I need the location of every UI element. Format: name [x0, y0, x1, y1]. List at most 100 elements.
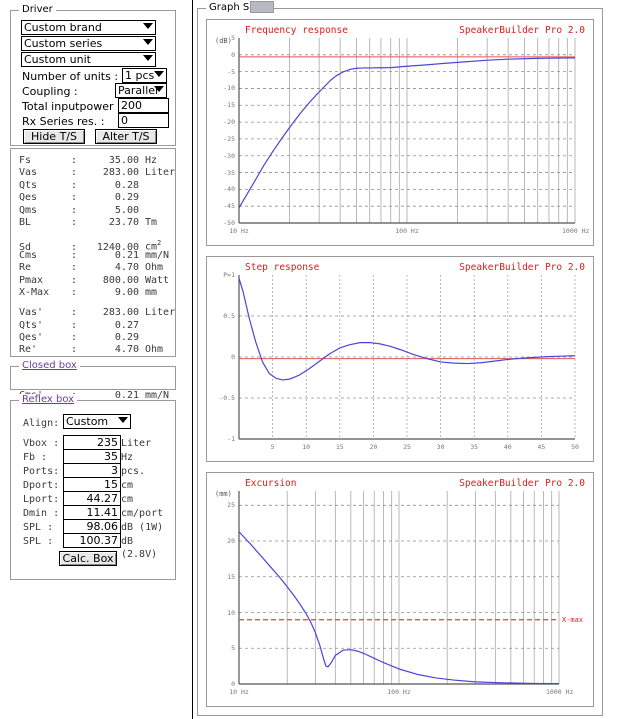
ts-colon: : — [71, 286, 78, 298]
ts-name: Qts' — [19, 319, 44, 331]
ts-name: Cms — [19, 249, 38, 261]
reflex-row-input[interactable] — [63, 449, 121, 464]
ts-name: Re' — [19, 344, 38, 356]
reflex-row-input[interactable] — [63, 491, 121, 506]
unit-select[interactable]: Custom unit — [21, 52, 156, 67]
brand-select[interactable]: Custom brand — [21, 20, 156, 35]
chart-step-response: Step response SpeakerBuilder Pro 2.0 P=1… — [206, 256, 594, 462]
y-tick-label: -35 — [223, 168, 235, 177]
x-tick-label: 40 — [503, 443, 512, 451]
ts-name: X-Max — [19, 286, 50, 298]
reflex-row-unit: cm/port — [121, 508, 164, 519]
ts-value: 283.00 — [102, 307, 139, 319]
units-select[interactable]: 1 pcs — [122, 68, 167, 83]
x-tick-label: 25 — [403, 443, 411, 451]
reflex-row-label: Dmin : — [23, 508, 60, 519]
coupling-select[interactable]: Parallel — [115, 83, 167, 98]
reflex-row-input[interactable] — [63, 477, 121, 492]
ts-value: 4.70 — [114, 262, 139, 274]
ts-row: Qts: 0.28 — [19, 180, 175, 192]
ts-colon: : — [71, 155, 78, 166]
reflex-row-input[interactable] — [63, 463, 121, 478]
xmax-annotation: X-max — [562, 615, 584, 624]
reflex-row-unit: Hz — [121, 452, 134, 463]
x-tick-label: 45 — [537, 443, 546, 451]
ts-row: Qms: 5.00 — [19, 205, 175, 217]
reflex-row-label: Dport: — [23, 480, 60, 491]
ts-unit: Hz — [145, 155, 158, 166]
ts-value: 0.27 — [114, 319, 139, 331]
unit-select-wrap[interactable]: Custom unit — [21, 52, 156, 67]
ts-row: Qes': 0.29 — [19, 332, 175, 344]
ts-row: Sd:1240.00 cm2 — [19, 237, 175, 252]
ts-unit: Tm — [145, 216, 158, 228]
closed-box-label[interactable]: Closed box — [19, 360, 80, 371]
reflex-box-group: Reflex box Align: Custom Vbox : Liter Fb :… — [10, 394, 176, 580]
rx-series-res-input[interactable] — [118, 113, 169, 128]
graph-size-field[interactable] — [250, 1, 274, 13]
chart-svg — [238, 275, 576, 440]
driver-group: Driver Custom brand Custom series Custom… — [10, 4, 176, 146]
ts-colon: : — [71, 204, 78, 216]
y-tick-label: 20 — [227, 537, 235, 546]
total-inputpower-label: Total inputpower : — [22, 100, 121, 113]
calc-box-button[interactable]: Calc. Box — [59, 551, 117, 566]
ts-value: 0.29 — [114, 192, 139, 204]
x-tick-label: 30 — [436, 443, 445, 451]
ts-spacer — [19, 229, 175, 237]
ts-name: Qes — [19, 192, 38, 204]
hide-ts-button[interactable]: Hide T/S — [23, 129, 85, 144]
y-tick-label: 5 — [231, 34, 235, 42]
x-tick-label: 10 — [302, 443, 311, 451]
ts-value: 800.00 — [102, 274, 139, 286]
x-tick-label: 5 — [270, 443, 275, 451]
reflex-row-input[interactable] — [63, 533, 121, 548]
units-select-wrap[interactable]: 1 pcs — [122, 68, 167, 83]
y-tick-label: -45 — [223, 202, 235, 211]
y-tick-label: 0 — [231, 680, 235, 688]
ts-colon: : — [71, 319, 78, 331]
reflex-box-label[interactable]: Reflex box — [19, 394, 78, 405]
series-select[interactable]: Custom series — [21, 36, 156, 51]
ts-colon: : — [71, 344, 78, 356]
ts-row: Vas': 283.00 Liter — [19, 307, 175, 319]
reflex-row-label: SPL : — [23, 522, 54, 533]
total-inputpower-input[interactable] — [118, 98, 169, 113]
coupling-select-wrap[interactable]: Parallel — [115, 83, 167, 98]
ts-unit: Liter — [145, 167, 176, 179]
left-control-panel: Driver Custom brand Custom series Custom… — [0, 0, 193, 719]
reflex-row-label: Vbox : — [23, 438, 60, 449]
ts-row: Vas: 283.00 Liter — [19, 167, 175, 179]
number-of-units-label: Number of units : — [22, 70, 119, 83]
reflex-row-unit: Liter — [121, 438, 152, 449]
align-select-wrap[interactable]: Custom — [63, 414, 131, 429]
series-select-wrap[interactable]: Custom series — [21, 36, 156, 51]
ts-value: 9.00 — [114, 286, 139, 298]
reflex-row-input[interactable] — [63, 435, 121, 450]
ts-colon: : — [71, 249, 78, 261]
y-tick-label: -25 — [223, 134, 235, 143]
ts-colon: : — [71, 332, 78, 344]
y-tick-label: -30 — [223, 151, 235, 160]
alter-ts-button[interactable]: Alter T/S — [95, 129, 157, 144]
reflex-row-input[interactable] — [63, 519, 121, 534]
ts-colon: : — [71, 274, 78, 286]
ts-value: 5.00 — [114, 204, 139, 216]
brand-select-wrap[interactable]: Custom brand — [21, 20, 156, 35]
y-tick-label: -5 — [227, 67, 235, 76]
y-tick-label: 10 — [227, 608, 235, 617]
x-tick-label: 10 Hz — [229, 227, 249, 235]
reflex-row-unit: dB (2.8V) — [121, 536, 158, 560]
closed-box-group: Closed box — [10, 360, 176, 390]
reflex-row-unit: cm — [121, 480, 134, 491]
reflex-row-input[interactable] — [63, 505, 121, 520]
chart-svg — [238, 38, 576, 224]
ts-colon: : — [71, 262, 78, 274]
ts-name: Fs — [19, 155, 32, 166]
ts-name: Vas' — [19, 307, 44, 319]
graph-size-group: Graph Size Frequency response SpeakerBui… — [197, 1, 603, 716]
ts-name: Qes' — [19, 332, 44, 344]
ts-name: Vas — [19, 167, 38, 179]
y-tick-label: -1 — [227, 435, 235, 443]
align-select[interactable]: Custom — [63, 414, 131, 429]
